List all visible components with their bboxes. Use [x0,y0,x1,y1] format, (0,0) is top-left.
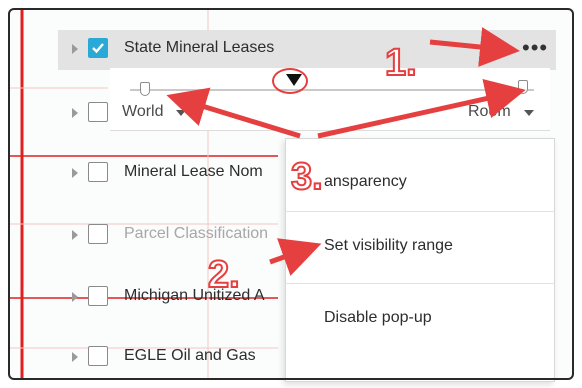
arrow-step1 [429,27,520,67]
annotation-step-2: 2. [207,254,241,296]
arrow-step3-left [166,87,301,139]
screenshot-stage: { "layers": [ {"label": "State Mineral L… [0,0,582,388]
arrow-step2 [269,238,322,276]
arrow-step3-right [317,78,526,139]
annotation-step-1: 1. [384,42,418,84]
annotation-step-3: 3. [290,156,324,198]
